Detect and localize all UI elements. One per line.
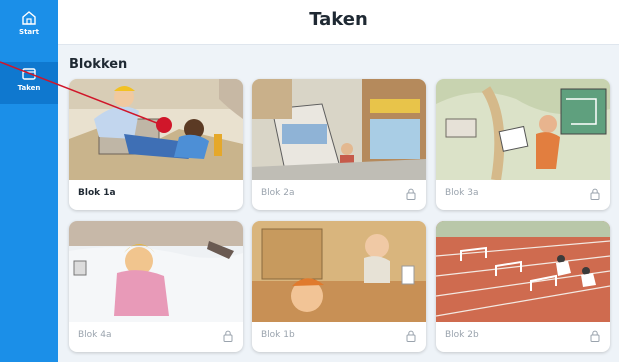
card-label: Blok 3a xyxy=(445,188,479,198)
home-icon xyxy=(22,11,36,25)
block-1b-illustration xyxy=(252,221,426,322)
pointer-dot xyxy=(156,117,172,133)
lock-icon xyxy=(223,330,233,342)
lock-icon xyxy=(406,188,416,200)
block-card-1b[interactable]: Blok 1b xyxy=(252,221,426,352)
block-2a-illustration xyxy=(252,79,426,180)
tasks-icon xyxy=(22,68,36,80)
header: Taken xyxy=(58,0,619,45)
block-card-4a[interactable]: Blok 4a xyxy=(69,221,243,352)
block-card-3a[interactable]: Blok 3a xyxy=(436,79,610,210)
card-label: Blok 1a xyxy=(78,188,116,198)
block-4a-illustration xyxy=(69,221,243,322)
sidebar-item-label: Start xyxy=(19,28,39,36)
sidebar-item-start[interactable]: Start xyxy=(0,10,58,36)
sidebar-item-taken[interactable]: Taken xyxy=(0,62,58,104)
block-card-2a[interactable]: Blok 2a xyxy=(252,79,426,210)
block-1a-illustration xyxy=(69,79,243,180)
block-2b-illustration xyxy=(436,221,610,322)
lock-icon xyxy=(406,330,416,342)
section-title: Blokken xyxy=(69,57,128,72)
card-label: Blok 4a xyxy=(78,330,112,340)
block-card-2b[interactable]: Blok 2b xyxy=(436,221,610,352)
block-card-1a[interactable]: Blok 1a xyxy=(69,79,243,210)
page-title: Taken xyxy=(309,9,368,30)
block-3a-illustration xyxy=(436,79,610,180)
sidebar-item-label: Taken xyxy=(17,84,41,92)
card-label: Blok 2a xyxy=(261,188,295,198)
card-label: Blok 1b xyxy=(261,330,295,340)
card-label: Blok 2b xyxy=(445,330,479,340)
lock-icon xyxy=(590,330,600,342)
sidebar: Start Taken xyxy=(0,0,58,362)
lock-icon xyxy=(590,188,600,200)
